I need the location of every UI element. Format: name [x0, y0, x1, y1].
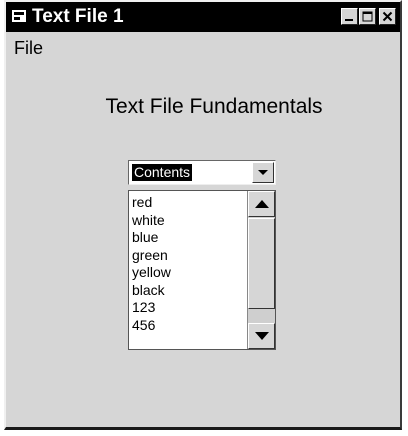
menu-bar: File — [6, 36, 400, 60]
app-window: Text File 1 File Text File Fundamentals … — [4, 0, 402, 430]
window-system-icon[interactable] — [12, 10, 26, 22]
minimize-button[interactable] — [341, 8, 358, 25]
list-item[interactable]: green — [132, 247, 171, 265]
color-listbox[interactable]: red white blue green yellow black 123 45… — [128, 190, 276, 350]
list-item[interactable]: blue — [132, 229, 171, 247]
scroll-thumb[interactable] — [248, 218, 275, 309]
list-item[interactable]: 456 — [132, 317, 171, 335]
minimize-icon — [345, 19, 353, 21]
combobox-value[interactable]: Contents — [132, 164, 193, 181]
menu-file[interactable]: File — [14, 38, 43, 58]
chevron-down-icon — [258, 169, 268, 175]
scroll-up-button[interactable] — [248, 191, 275, 217]
contents-combobox[interactable]: Contents — [128, 160, 276, 185]
list-item[interactable]: yellow — [132, 264, 171, 282]
listbox-items: red white blue green yellow black 123 45… — [132, 194, 171, 334]
window-title: Text File 1 — [32, 6, 124, 27]
list-item[interactable]: white — [132, 212, 171, 230]
scroll-down-button[interactable] — [248, 323, 275, 349]
close-icon — [382, 11, 393, 22]
page-heading: Text File Fundamentals — [105, 95, 323, 118]
maximize-icon — [362, 11, 373, 22]
title-bar[interactable]: Text File 1 — [6, 2, 400, 32]
close-button[interactable] — [379, 8, 396, 25]
maximize-button[interactable] — [359, 8, 376, 25]
combobox-dropdown-button[interactable] — [252, 162, 274, 183]
list-item[interactable]: red — [132, 194, 171, 212]
arrow-down-icon — [254, 332, 269, 340]
listbox-scrollbar[interactable] — [247, 191, 275, 349]
arrow-up-icon — [254, 200, 269, 208]
list-item[interactable]: 123 — [132, 299, 171, 317]
list-item[interactable]: black — [132, 282, 171, 300]
